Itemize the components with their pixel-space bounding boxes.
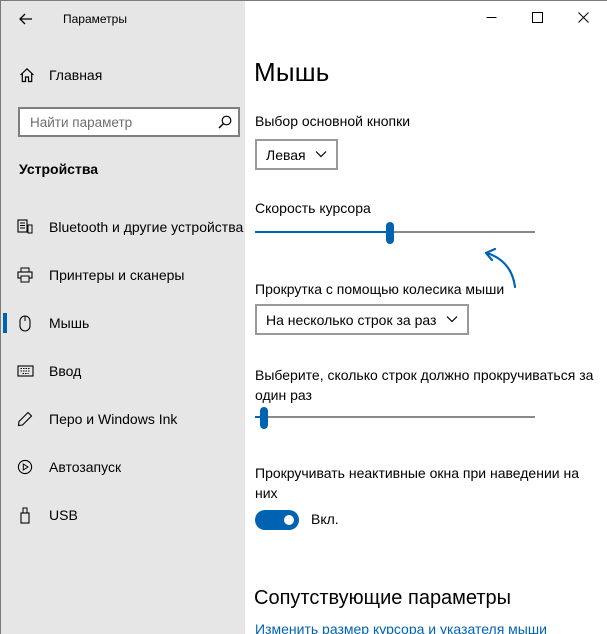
sidebar-item-label: Перо и Windows Ink bbox=[49, 411, 178, 427]
sidebar-item-autoplay[interactable]: Автозапуск bbox=[1, 453, 245, 481]
cursor-speed-label: Скорость курсора bbox=[255, 200, 371, 216]
inactive-scroll-label: Прокручивать неактивные окна при наведен… bbox=[255, 465, 579, 501]
main-content: Мышь Выбор основной кнопки Левая Скорост… bbox=[245, 1, 607, 634]
sidebar: Параметры Главная Найти параметр Устройс… bbox=[1, 1, 245, 634]
slider-track bbox=[255, 416, 535, 418]
sidebar-item-printers[interactable]: Принтеры и сканеры bbox=[1, 261, 245, 289]
search-icon[interactable] bbox=[218, 115, 232, 129]
primary-button-label: Выбор основной кнопки bbox=[255, 113, 411, 129]
toggle-state-label: Вкл. bbox=[311, 511, 339, 527]
sidebar-item-usb[interactable]: USB bbox=[1, 501, 245, 529]
scroll-mode-select[interactable]: На несколько строк за раз bbox=[255, 304, 469, 335]
page-title: Мышь bbox=[254, 57, 330, 87]
sidebar-item-label: Автозапуск bbox=[49, 459, 122, 475]
cursor-speed-slider[interactable] bbox=[255, 222, 535, 244]
sidebar-item-pen[interactable]: Перо и Windows Ink bbox=[1, 405, 245, 433]
primary-button-value: Левая bbox=[266, 146, 306, 163]
scroll-lines-label: Выберите, сколько строк должно прокручив… bbox=[255, 367, 594, 403]
scroll-mode-value: На несколько строк за раз bbox=[266, 311, 437, 328]
scroll-lines-slider[interactable] bbox=[255, 407, 535, 429]
sidebar-item-label: Принтеры и сканеры bbox=[49, 267, 185, 283]
sidebar-section-title: Устройства bbox=[19, 161, 99, 177]
related-settings-title: Сопутствующие параметры bbox=[254, 587, 512, 609]
back-button[interactable] bbox=[13, 7, 39, 31]
sidebar-item-label: Bluetooth и другие устройства bbox=[49, 219, 244, 235]
pen-icon bbox=[17, 411, 33, 427]
slider-fill bbox=[255, 231, 390, 233]
bluetooth-devices-icon bbox=[17, 219, 33, 234]
home-icon bbox=[20, 67, 34, 83]
sidebar-item-bluetooth[interactable]: Bluetooth и другие устройства bbox=[1, 213, 245, 241]
usb-icon bbox=[20, 507, 30, 524]
sidebar-item-mouse[interactable]: Мышь bbox=[1, 309, 245, 337]
search-input[interactable]: Найти параметр bbox=[18, 107, 240, 137]
primary-button-select[interactable]: Левая bbox=[255, 139, 338, 170]
sidebar-home-label: Главная bbox=[49, 67, 103, 83]
back-arrow-icon bbox=[19, 13, 32, 25]
active-indicator bbox=[3, 313, 7, 333]
printer-icon bbox=[17, 267, 33, 283]
inactive-scroll-toggle[interactable] bbox=[255, 510, 299, 530]
close-icon bbox=[577, 11, 589, 23]
chevron-down-icon bbox=[315, 151, 327, 158]
autoplay-icon bbox=[17, 459, 33, 475]
mouse-icon bbox=[19, 314, 31, 332]
chevron-down-icon bbox=[446, 316, 458, 323]
minimize-button[interactable] bbox=[468, 1, 514, 33]
sidebar-item-label: USB bbox=[49, 507, 78, 523]
app-title: Параметры bbox=[63, 12, 127, 26]
sidebar-home[interactable]: Главная bbox=[19, 65, 102, 85]
maximize-icon bbox=[531, 11, 543, 23]
search-placeholder: Найти параметр bbox=[30, 115, 133, 130]
close-button[interactable] bbox=[560, 1, 606, 33]
scroll-mode-label: Прокрутка с помощью колесика мыши bbox=[255, 281, 505, 297]
sidebar-item-label: Мышь bbox=[49, 315, 90, 331]
cursor-size-link[interactable]: Изменить размер курсора и указателя мыши bbox=[255, 621, 547, 634]
toggle-knob bbox=[284, 515, 294, 525]
slider-thumb[interactable] bbox=[260, 407, 269, 429]
sidebar-item-input[interactable]: Ввод bbox=[1, 357, 245, 385]
settings-window: Параметры Главная Найти параметр Устройс… bbox=[0, 0, 607, 634]
keyboard-icon bbox=[16, 365, 34, 377]
slider-thumb[interactable] bbox=[385, 222, 394, 244]
maximize-button[interactable] bbox=[514, 1, 560, 33]
sidebar-item-label: Ввод bbox=[49, 363, 82, 379]
minimize-icon bbox=[486, 16, 496, 18]
